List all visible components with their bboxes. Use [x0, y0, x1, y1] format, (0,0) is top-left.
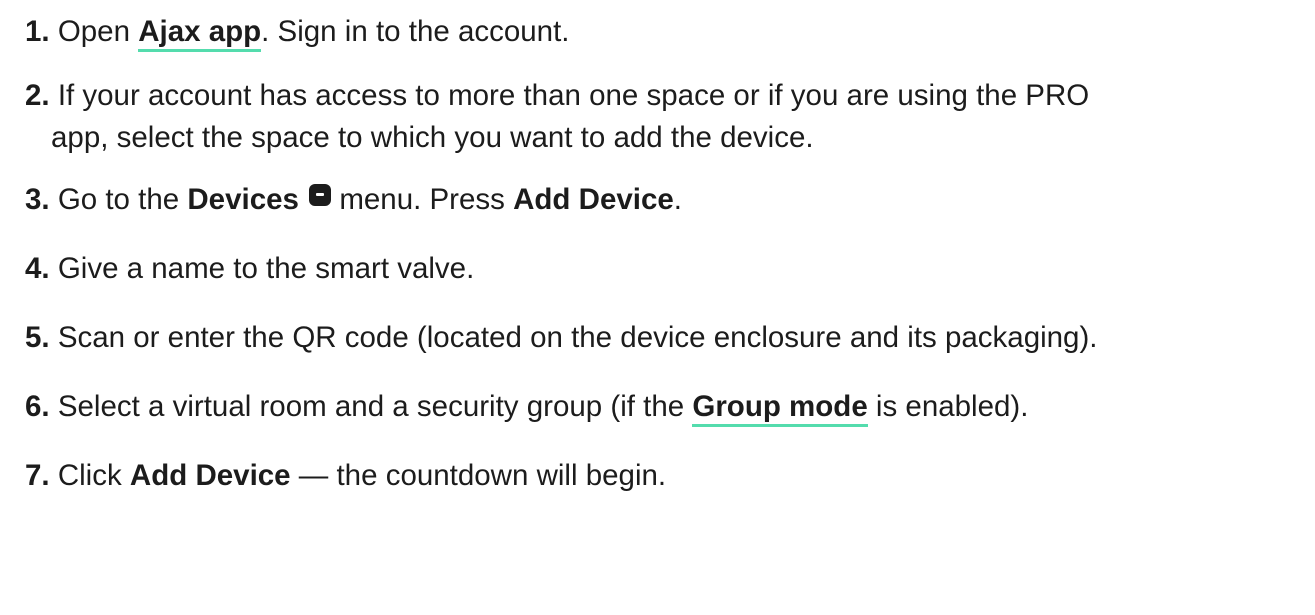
instruction-steps: 1. Open Ajax app. Sign in to the account… [0, 0, 1315, 615]
step-number: 2. [25, 79, 50, 112]
step-5: 5. Scan or enter the QR code (located on… [0, 317, 1315, 359]
step-text: Select a virtual room and a security gro… [57, 390, 693, 423]
ajax-app-link[interactable]: Ajax app [138, 15, 262, 52]
group-mode-link[interactable]: Group mode [692, 390, 868, 427]
step-text: Go to the [57, 183, 188, 216]
add-device-label: Add Device [129, 459, 291, 492]
step-text-continued: app, select the space to which you want … [51, 121, 814, 154]
step-text: menu. Press [331, 183, 514, 216]
step-7: 7. Click Add Device — the countdown will… [0, 455, 1315, 497]
step-1: 1. Open Ajax app. Sign in to the account… [0, 11, 1315, 53]
step-number: 7. [25, 459, 50, 492]
step-number: 5. [25, 321, 50, 354]
step-6: 6. Select a virtual room and a security … [0, 386, 1315, 428]
step-text: Open [57, 15, 139, 48]
add-device-label: Add Device [513, 183, 674, 216]
step-text: Scan or enter the QR code (located on th… [57, 321, 1098, 354]
devices-menu-label: Devices [187, 183, 299, 216]
step-text: — the countdown will begin. [290, 459, 667, 492]
devices-icon [309, 184, 332, 206]
step-text: If your account has access to more than … [57, 79, 1090, 112]
step-number: 1. [25, 15, 50, 48]
step-text: Give a name to the smart valve. [57, 252, 475, 285]
step-3: 3. Go to the Devices menu. Press Add Dev… [0, 179, 1315, 221]
step-number: 4. [25, 252, 50, 285]
step-text: . Sign in to the account. [261, 15, 570, 48]
step-number: 6. [25, 390, 50, 423]
step-text: . [673, 183, 682, 216]
step-number: 3. [25, 183, 50, 216]
step-text: Click [57, 459, 130, 492]
step-text: is enabled). [867, 390, 1029, 423]
step-2: 2. If your account has access to more th… [0, 75, 1315, 159]
step-4: 4. Give a name to the smart valve. [0, 248, 1315, 290]
